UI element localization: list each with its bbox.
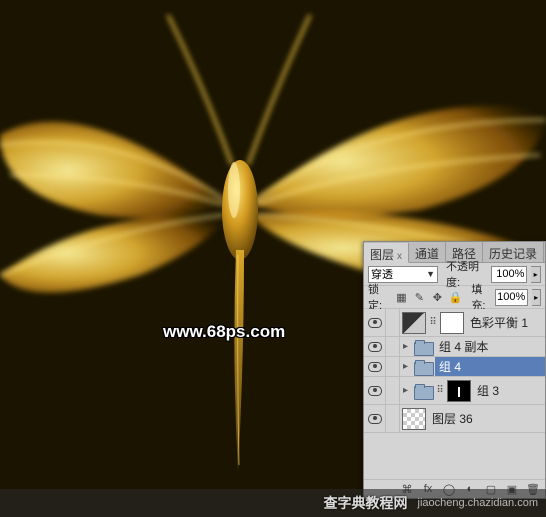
layer-row-group3[interactable]: ▸ ⠿ 组 3 (364, 377, 545, 405)
visibility-toggle[interactable] (364, 405, 386, 432)
folder-collapse-arrow[interactable]: ▸ (400, 385, 411, 396)
layer-name[interactable]: 组 4 副本 (435, 337, 545, 356)
lock-fill-row: 锁定: ▦ ✎ ✥ 🔒 填充: 100% ▸ (364, 286, 545, 309)
layers-panel: 图层x 通道 路径 历史记录 穿透 ▼ 不透明度: 100% ▸ 锁定: ▦ ✎… (363, 241, 546, 499)
folder-collapse-arrow[interactable]: ▸ (400, 361, 411, 372)
adjustment-thumb[interactable] (402, 312, 426, 334)
opacity-input[interactable]: 100% (491, 266, 528, 283)
lock-all-icon[interactable]: 🔒 (447, 289, 463, 305)
visibility-toggle[interactable] (364, 357, 386, 376)
link-column (386, 337, 400, 356)
fill-flyout-arrow[interactable]: ▸ (532, 289, 541, 306)
layer-name[interactable]: 色彩平衡 1 (466, 309, 545, 336)
lock-position-icon[interactable]: ✥ (429, 289, 445, 305)
tab-history[interactable]: 历史记录 (483, 242, 544, 262)
eye-icon (368, 342, 382, 352)
eye-icon (368, 386, 382, 396)
footer-watermark: 查字典教程网 jiaocheng.chazidian.com (0, 489, 546, 517)
folder-collapse-arrow[interactable]: ▸ (400, 341, 411, 352)
layer-row-group4[interactable]: ▸ 组 4 (364, 357, 545, 377)
watermark-url: www.68ps.com (163, 322, 285, 342)
dropdown-arrow-icon: ▼ (426, 269, 435, 279)
tab-channels[interactable]: 通道 (409, 242, 446, 262)
layer-name[interactable]: 图层 36 (428, 405, 545, 432)
visibility-toggle[interactable] (364, 377, 386, 404)
link-column (386, 357, 400, 376)
layer-name[interactable]: 组 4 (435, 357, 545, 376)
blend-mode-select[interactable]: 穿透 ▼ (368, 266, 438, 283)
blend-opacity-row: 穿透 ▼ 不透明度: 100% ▸ (364, 263, 545, 286)
eye-icon (368, 362, 382, 372)
tab-layers-label: 图层 (370, 248, 394, 262)
folder-icon (414, 340, 432, 354)
layer-name[interactable]: 组 3 (473, 377, 545, 404)
mask-thumb[interactable] (440, 312, 464, 334)
fill-input[interactable]: 100% (495, 289, 528, 306)
link-icon: ⠿ (435, 385, 445, 396)
footer-site-cn: 查字典教程网 (324, 493, 408, 513)
folder-icon (414, 360, 432, 374)
link-column (386, 377, 400, 404)
layers-list: ⠿ 色彩平衡 1 ▸ 组 4 副本 ▸ 组 4 ▸ ⠿ (364, 309, 545, 479)
folder-icon (414, 384, 432, 398)
visibility-toggle[interactable] (364, 337, 386, 356)
eye-icon (368, 414, 382, 424)
blend-mode-value: 穿透 (371, 266, 393, 282)
link-column (386, 309, 400, 336)
footer-site-en: jiaocheng.chazidian.com (418, 497, 538, 509)
layer-thumb[interactable] (402, 408, 426, 430)
layer-row-group4-copy[interactable]: ▸ 组 4 副本 (364, 337, 545, 357)
opacity-flyout-arrow[interactable]: ▸ (531, 266, 541, 283)
lock-transparency-icon[interactable]: ▦ (393, 289, 409, 305)
tab-layers[interactable]: 图层x (364, 243, 409, 263)
mask-thumb[interactable] (447, 380, 471, 402)
lock-pixels-icon[interactable]: ✎ (411, 289, 427, 305)
link-column (386, 405, 400, 432)
eye-icon (368, 318, 382, 328)
link-icon: ⠿ (428, 317, 438, 328)
layer-row-layer36[interactable]: 图层 36 (364, 405, 545, 433)
layer-row-color-balance[interactable]: ⠿ 色彩平衡 1 (364, 309, 545, 337)
visibility-toggle[interactable] (364, 309, 386, 336)
tab-close-x[interactable]: x (397, 251, 402, 262)
